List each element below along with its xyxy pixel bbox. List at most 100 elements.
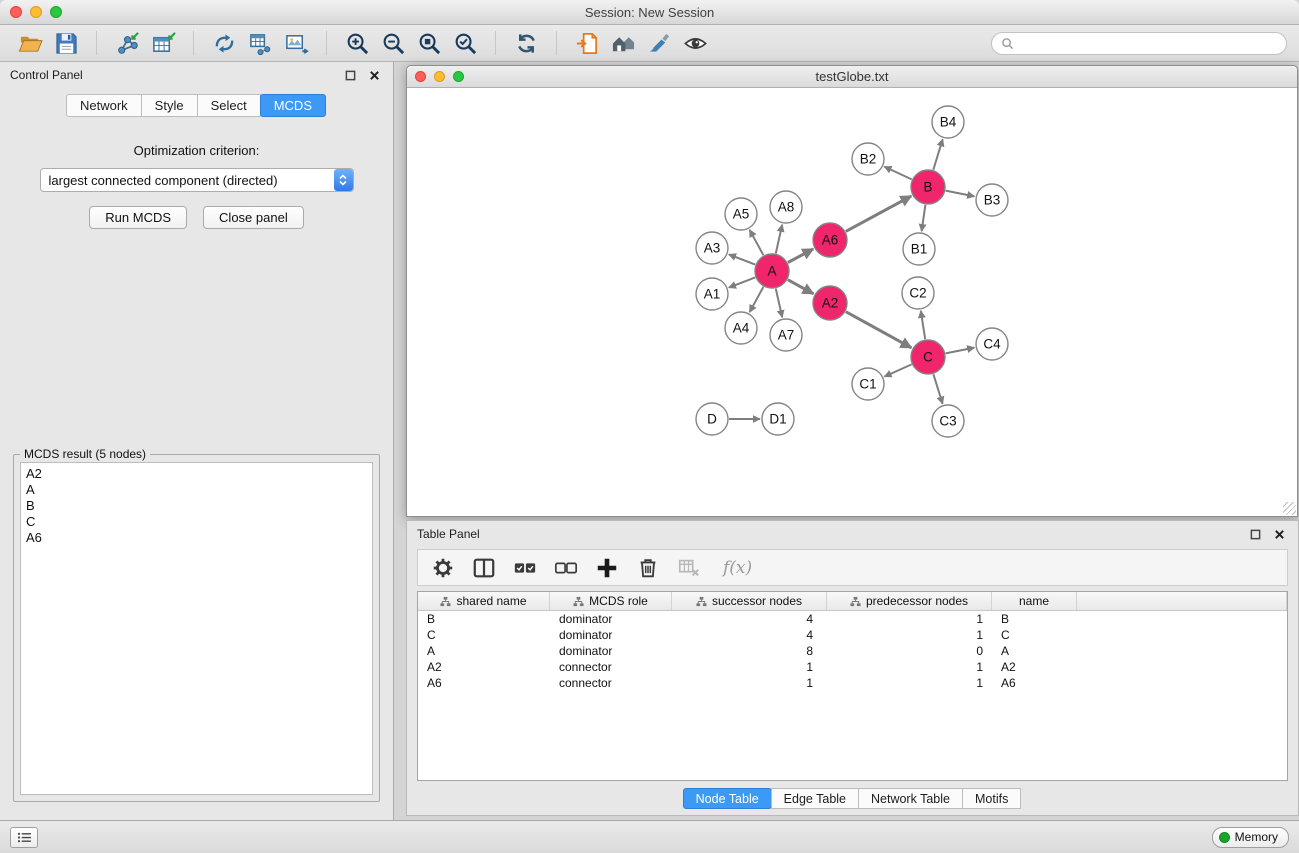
show-task-history-button[interactable] — [10, 827, 38, 848]
cell-shared-name[interactable]: A6 — [418, 675, 550, 691]
cell-name[interactable]: A6 — [992, 675, 1077, 691]
cell-successor-nodes[interactable]: 4 — [672, 627, 827, 643]
close-panel-action-button[interactable]: Close panel — [203, 206, 304, 229]
memory-button[interactable]: Memory — [1212, 827, 1289, 848]
graph-node-A[interactable]: A — [755, 254, 789, 288]
zoom-out-button[interactable] — [375, 27, 411, 59]
float-table-panel-button[interactable] — [1246, 525, 1264, 543]
graph-node-B2[interactable]: B2 — [852, 143, 884, 175]
minimize-window-button[interactable] — [30, 6, 42, 18]
show-graphics-details-button[interactable] — [677, 27, 713, 59]
graph-node-A6[interactable]: A6 — [813, 223, 847, 257]
cell-successor-nodes[interactable]: 8 — [672, 643, 827, 659]
graph-node-A5[interactable]: A5 — [725, 198, 757, 230]
add-column-button[interactable] — [594, 555, 620, 581]
graph-edge-A-A7[interactable] — [776, 289, 782, 318]
column-header-predecessor-nodes[interactable]: predecessor nodes — [827, 592, 992, 610]
cell-mcds-role[interactable]: dominator — [550, 611, 672, 627]
show-columns-button[interactable] — [471, 555, 497, 581]
tab-style[interactable]: Style — [141, 94, 198, 117]
graph-node-B1[interactable]: B1 — [903, 233, 935, 265]
column-header-name[interactable]: name — [992, 592, 1077, 610]
graph-node-A4[interactable]: A4 — [725, 312, 757, 344]
mcds-result-item[interactable]: A2 — [26, 466, 367, 482]
search-field[interactable] — [991, 32, 1287, 55]
cell-predecessor-nodes[interactable]: 0 — [827, 643, 992, 659]
close-table-panel-button[interactable] — [1270, 525, 1288, 543]
graph-edge-C-C1[interactable] — [884, 364, 911, 376]
cell-shared-name[interactable]: C — [418, 627, 550, 643]
graph-node-C2[interactable]: C2 — [902, 277, 934, 309]
float-panel-button[interactable] — [341, 66, 359, 84]
close-window-button[interactable] — [10, 6, 22, 18]
search-input[interactable] — [1019, 36, 1277, 50]
cell-mcds-role[interactable]: dominator — [550, 643, 672, 659]
tab-network-table[interactable]: Network Table — [858, 788, 963, 809]
graph-node-A1[interactable]: A1 — [696, 278, 728, 310]
cell-successor-nodes[interactable]: 1 — [672, 659, 827, 675]
graph-node-D[interactable]: D — [696, 403, 728, 435]
mcds-result-item[interactable]: A6 — [26, 530, 367, 546]
cell-predecessor-nodes[interactable]: 1 — [827, 627, 992, 643]
graph-node-D1[interactable]: D1 — [762, 403, 794, 435]
table-row[interactable]: A dominator 8 0 A — [418, 643, 1287, 659]
criterion-dropdown[interactable]: largest connected component (directed) — [40, 168, 354, 192]
cell-name[interactable]: A — [992, 643, 1077, 659]
mcds-result-item[interactable]: B — [26, 498, 367, 514]
open-session-button[interactable] — [12, 27, 48, 59]
column-header-shared-name[interactable]: shared name — [418, 592, 550, 610]
tab-motifs[interactable]: Motifs — [962, 788, 1021, 809]
graph-node-B3[interactable]: B3 — [976, 184, 1008, 216]
zoom-fit-button[interactable] — [411, 27, 447, 59]
graph-node-C3[interactable]: C3 — [932, 405, 964, 437]
cell-shared-name[interactable]: A2 — [418, 659, 550, 675]
clone-network-button[interactable] — [206, 27, 242, 59]
graph-edge-C-C3[interactable] — [933, 374, 942, 404]
cell-successor-nodes[interactable]: 1 — [672, 675, 827, 691]
column-header-successor-nodes[interactable]: successor nodes — [672, 592, 827, 610]
graph-edge-C-C2[interactable] — [921, 311, 925, 339]
graph-node-A8[interactable]: A8 — [770, 191, 802, 223]
tab-node-table[interactable]: Node Table — [683, 788, 772, 809]
import-table-button[interactable] — [145, 27, 181, 59]
graph-edge-A2-C[interactable] — [846, 312, 912, 348]
close-panel-button[interactable] — [365, 66, 383, 84]
graph-node-A2[interactable]: A2 — [813, 286, 847, 320]
cell-name[interactable]: A2 — [992, 659, 1077, 675]
first-neighbors-button[interactable] — [605, 27, 641, 59]
graph-node-C4[interactable]: C4 — [976, 328, 1008, 360]
cell-name[interactable]: C — [992, 627, 1077, 643]
cell-predecessor-nodes[interactable]: 1 — [827, 611, 992, 627]
dropdown-stepper[interactable] — [334, 169, 353, 191]
graph-edge-A-A8[interactable] — [776, 225, 782, 254]
cell-name[interactable]: B — [992, 611, 1077, 627]
graph-edge-B-B4[interactable] — [933, 139, 942, 170]
minimize-network-window-button[interactable] — [434, 71, 445, 82]
table-row[interactable]: A6 connector 1 1 A6 — [418, 675, 1287, 691]
mcds-result-item[interactable]: A — [26, 482, 367, 498]
zoom-window-button[interactable] — [50, 6, 62, 18]
table-row[interactable]: B dominator 4 1 B — [418, 611, 1287, 627]
tab-network[interactable]: Network — [66, 94, 142, 117]
export-image-button[interactable] — [278, 27, 314, 59]
cell-predecessor-nodes[interactable]: 1 — [827, 659, 992, 675]
column-header-mcds-role[interactable]: MCDS role — [550, 592, 672, 610]
table-row[interactable]: A2 connector 1 1 A2 — [418, 659, 1287, 675]
graph-edge-A-A4[interactable] — [750, 287, 764, 312]
graph-edge-A-A5[interactable] — [750, 230, 764, 255]
save-session-button[interactable] — [48, 27, 84, 59]
zoom-network-window-button[interactable] — [453, 71, 464, 82]
cell-mcds-role[interactable]: connector — [550, 675, 672, 691]
graph-edge-A-A3[interactable] — [729, 254, 755, 264]
cell-shared-name[interactable]: A — [418, 643, 550, 659]
graph-edge-B-B3[interactable] — [946, 191, 975, 197]
graph-edge-B-B1[interactable] — [922, 205, 926, 231]
mcds-result-list[interactable]: A2 A B C A6 — [20, 462, 373, 795]
graph-edge-A-A2[interactable] — [788, 280, 814, 294]
delete-row-button[interactable] — [635, 555, 661, 581]
tab-mcds[interactable]: MCDS — [260, 94, 326, 117]
delete-columns-button[interactable] — [676, 555, 702, 581]
graph-edge-A-A1[interactable] — [729, 277, 755, 287]
graph-node-C1[interactable]: C1 — [852, 368, 884, 400]
graph-edge-A6-B[interactable] — [846, 196, 912, 231]
